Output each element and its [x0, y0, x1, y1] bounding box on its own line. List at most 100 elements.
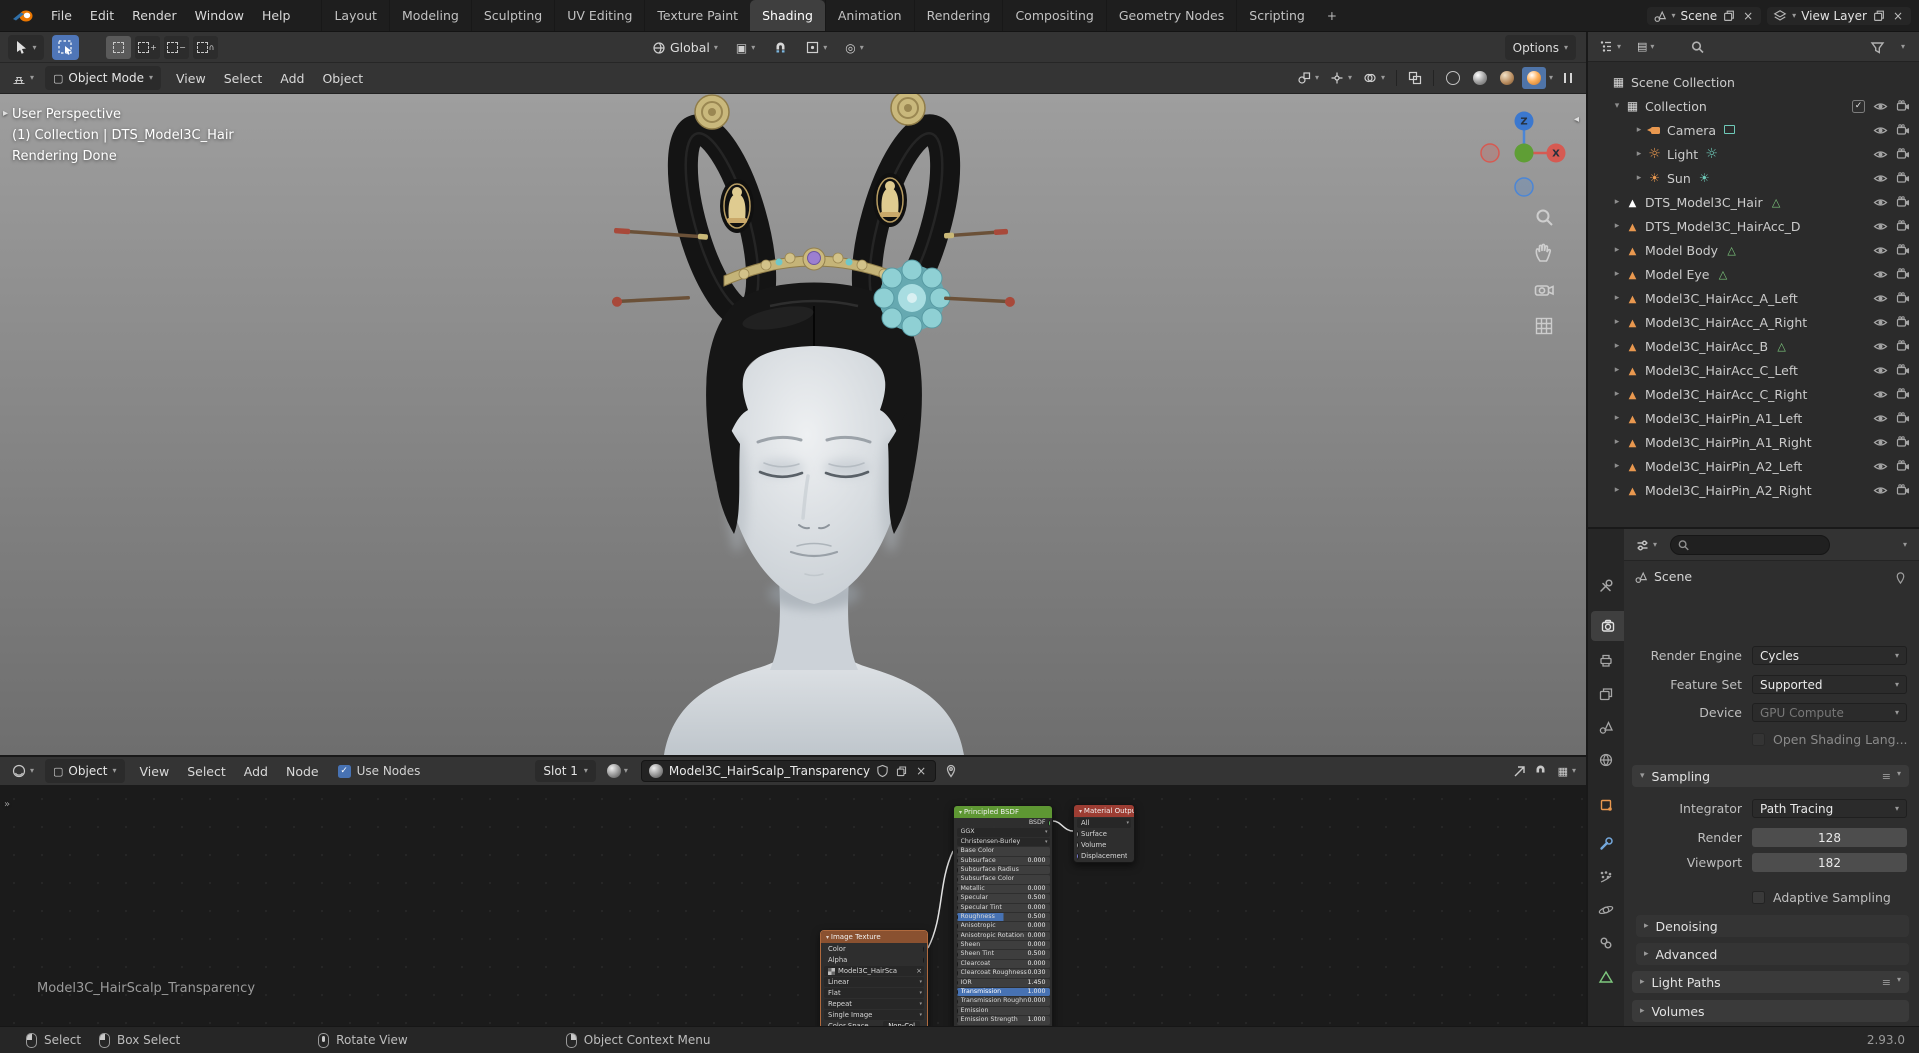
outliner-row[interactable]: ▸ DTS_Model3C_Hair ✓: [1588, 190, 1919, 214]
node-socket-row[interactable]: Sheen 0.000: [956, 941, 1050, 950]
outliner-row[interactable]: ▸ Model3C_HairAcc_A_Right ✓: [1588, 310, 1919, 334]
options-dropdown[interactable]: Options ▾: [1504, 35, 1576, 60]
outliner-item-label[interactable]: DTS_Model3C_Hair: [1645, 195, 1763, 210]
node-socket-row[interactable]: Emission Strength 1.000: [956, 1016, 1050, 1025]
tab-output[interactable]: [1588, 645, 1624, 675]
integrator-dropdown[interactable]: Path Tracing: [1752, 799, 1907, 818]
node-socket-row[interactable]: Transmission Roughness 0.000: [956, 997, 1050, 1006]
fake-user-shield-icon[interactable]: [876, 764, 889, 778]
tab-render[interactable]: [1591, 611, 1624, 641]
expand-arrow-icon[interactable]: ▸: [1610, 365, 1624, 375]
tab-object-data[interactable]: [1588, 962, 1624, 992]
axis-y[interactable]: [1514, 143, 1534, 163]
outliner-item-label[interactable]: Model3C_HairAcc_A_Left: [1645, 291, 1798, 306]
tab-view-layer[interactable]: [1588, 679, 1624, 709]
editor-type-dropdown[interactable]: ▾: [6, 66, 39, 90]
node-socket-row[interactable]: GGX: [956, 828, 1050, 837]
node-socket-row[interactable]: Clearcoat 0.000: [956, 959, 1050, 969]
hide-viewport-eye-icon[interactable]: [1873, 435, 1888, 450]
outliner-item-label[interactable]: Model3C_HairPin_A2_Right: [1645, 483, 1812, 498]
tab-world[interactable]: [1588, 745, 1624, 775]
expand-arrow-icon[interactable]: ▸: [1610, 269, 1624, 279]
outliner-row[interactable]: ▸ Model3C_HairAcc_C_Right ✓: [1588, 382, 1919, 406]
outliner-row[interactable]: ▸ Model3C_HairAcc_A_Left ✓: [1588, 286, 1919, 310]
proportional-editing-dropdown[interactable]: ◎ ▾: [841, 36, 868, 60]
node-socket-row[interactable]: Subsurface 0.000: [956, 856, 1050, 865]
expand-arrow-icon[interactable]: ▸: [1610, 389, 1624, 399]
sidebar-expand-icon[interactable]: ◂: [1574, 114, 1579, 125]
denoising-panel-header[interactable]: ▸ Denoising: [1636, 915, 1909, 937]
editor-overlays-dropdown[interactable]: ▦ ▾: [1554, 759, 1580, 783]
workspace-tab[interactable]: Shading: [750, 0, 825, 31]
app-menu-item[interactable]: Edit: [81, 0, 123, 31]
disable-render-camera-icon[interactable]: [1896, 267, 1911, 282]
select-mode-set-button[interactable]: [106, 36, 131, 59]
outliner-row[interactable]: Scene Collection ✓: [1588, 70, 1919, 94]
node-socket-row[interactable]: Volume: [1077, 840, 1131, 850]
hide-viewport-eye-icon[interactable]: [1873, 195, 1888, 210]
editor-type-dropdown[interactable]: ▾: [1630, 533, 1662, 557]
node-socket-row[interactable]: Anisotropic Rotation 0.000: [956, 931, 1050, 941]
tab-constraints[interactable]: [1588, 928, 1624, 958]
pivot-point-dropdown[interactable]: ▣ ▾: [732, 36, 759, 60]
use-nodes-checkbox[interactable]: ✓ Use Nodes: [337, 764, 420, 778]
axis-neg-x[interactable]: [1480, 143, 1500, 163]
hide-viewport-eye-icon[interactable]: [1873, 339, 1888, 354]
render-engine-dropdown[interactable]: Cycles: [1752, 646, 1907, 665]
rendered-scene[interactable]: [0, 94, 1586, 755]
node-output-socket[interactable]: BSDF: [957, 819, 1050, 827]
disable-render-camera-icon[interactable]: [1896, 243, 1911, 258]
expand-arrow-icon[interactable]: ▸: [1610, 413, 1624, 423]
principled-bsdf-node[interactable]: Principled BSDF BSDF GGX Christensen-Bur…: [953, 805, 1053, 1026]
transform-orientation-dropdown[interactable]: Global ▾: [648, 36, 722, 60]
shader-menu-item[interactable]: Select: [178, 757, 235, 785]
expand-arrow-icon[interactable]: ▸: [1610, 293, 1624, 303]
node-socket-row[interactable]: Base Color: [956, 847, 1050, 856]
select-mode-extend-button[interactable]: +: [135, 36, 160, 59]
node-socket-row[interactable]: Single Image: [824, 1010, 924, 1020]
viewport-menu-item[interactable]: Object: [313, 63, 372, 93]
disable-render-camera-icon[interactable]: [1896, 387, 1911, 402]
chevron-down-icon[interactable]: ▾: [1903, 541, 1907, 549]
node-socket-row[interactable]: Emission: [956, 1006, 1050, 1016]
hide-viewport-eye-icon[interactable]: [1873, 387, 1888, 402]
disable-render-camera-icon[interactable]: [1896, 171, 1911, 186]
display-mode-dropdown[interactable]: ▤ ▾: [1632, 35, 1659, 59]
node-socket-row[interactable]: Alpha: [824, 955, 924, 965]
node-socket-row[interactable]: Model3C_HairSca: [824, 966, 924, 976]
node-socket-row[interactable]: Flat: [824, 988, 924, 998]
hide-viewport-eye-icon[interactable]: [1873, 147, 1888, 162]
outliner-row[interactable]: ▸ Model Body ✓: [1588, 238, 1919, 262]
outliner-row[interactable]: ▸ Model3C_HairAcc_B ✓: [1588, 334, 1919, 358]
workspace-tab[interactable]: Geometry Nodes: [1105, 0, 1236, 31]
tab-scene[interactable]: [1588, 712, 1624, 742]
shading-wireframe-button[interactable]: [1441, 67, 1465, 89]
node-socket-row[interactable]: Displacement: [1077, 851, 1131, 861]
outliner-item-label[interactable]: Model3C_HairPin_A2_Left: [1645, 459, 1802, 474]
node-socket-row[interactable]: Subsurface Color: [956, 875, 1050, 884]
render-samples-field[interactable]: 128: [1752, 828, 1907, 847]
outliner-item-label[interactable]: Model Body: [1645, 243, 1718, 258]
editor-type-dropdown[interactable]: ▾: [1594, 35, 1626, 59]
material-slot-dropdown[interactable]: Slot 1 ▾: [535, 760, 596, 782]
toolbar-expand-icon[interactable]: ▸: [3, 108, 8, 119]
node-socket-row[interactable]: Specular Tint 0.000: [956, 903, 1050, 912]
light-paths-panel-header[interactable]: ▸ Light Paths ≡ ▾: [1632, 971, 1909, 993]
chevron-down-icon[interactable]: ▾: [1897, 769, 1901, 783]
disable-render-camera-icon[interactable]: [1896, 411, 1911, 426]
outliner-item-label[interactable]: Collection: [1645, 99, 1707, 114]
snap-toggle-button[interactable]: [769, 36, 792, 60]
node-socket-row[interactable]: Roughness 0.500: [956, 912, 1050, 922]
toggle-perspective-button[interactable]: [1531, 313, 1557, 339]
node-socket-row[interactable]: Clearcoat Roughness 0.030: [956, 969, 1050, 978]
outliner-item-label[interactable]: Camera: [1667, 123, 1716, 138]
disable-render-camera-icon[interactable]: [1896, 99, 1911, 114]
disable-render-camera-icon[interactable]: [1896, 291, 1911, 306]
outliner-item-label[interactable]: Model3C_HairPin_A1_Left: [1645, 411, 1802, 426]
node-socket-row[interactable]: Transmission 1.000: [956, 988, 1050, 997]
shader-type-dropdown[interactable]: ▢ Object ▾: [45, 759, 125, 783]
filter-funnel-icon[interactable]: [1870, 40, 1885, 55]
shading-dropdown[interactable]: ▾: [1549, 74, 1553, 82]
outliner-item-label[interactable]: Model3C_HairAcc_C_Left: [1645, 363, 1798, 378]
node-socket-row[interactable]: Surface: [1077, 829, 1131, 839]
